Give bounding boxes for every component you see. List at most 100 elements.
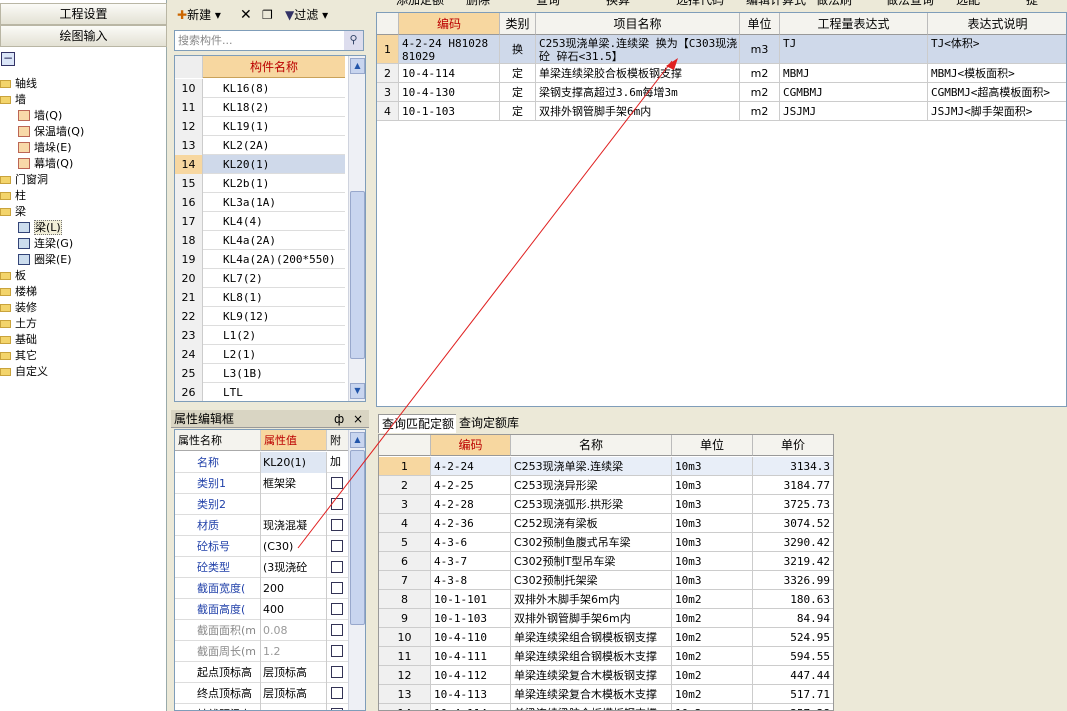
property-scrollbar[interactable]: ▲ — [348, 430, 365, 710]
match-cell[interactable]: 180.63 — [753, 590, 833, 609]
quota-cell-unit[interactable]: m3 — [740, 35, 780, 64]
search-icon[interactable]: ⚲ — [344, 31, 363, 50]
component-row[interactable]: 21 KL8(1) — [175, 288, 345, 307]
property-row[interactable]: 截面面积(m 0.08 — [175, 620, 350, 641]
toolbar-item[interactable]: 添加定额 — [396, 0, 444, 8]
component-row[interactable]: 22 KL9(12) — [175, 307, 345, 326]
quota-cell-type[interactable]: 定 — [500, 102, 536, 121]
tree-folder[interactable]: 其它 — [0, 348, 167, 364]
tree-folder[interactable]: 墙 — [0, 92, 167, 108]
quota-cell-expr[interactable]: MBMJ — [780, 64, 928, 83]
scroll-thumb[interactable] — [350, 450, 365, 625]
attach-checkbox[interactable] — [331, 666, 343, 678]
match-column-header[interactable]: 单位 — [672, 435, 753, 456]
tree-folder[interactable]: 装修 — [0, 300, 167, 316]
tree-subitem[interactable]: 墙(Q) — [0, 108, 167, 124]
attach-checkbox[interactable] — [331, 498, 343, 510]
match-cell[interactable]: 10m3 — [672, 552, 753, 571]
quota-cell-code[interactable]: 10-4-114 — [399, 64, 500, 83]
toolbar-item[interactable]: 提 — [1026, 0, 1038, 8]
tree-folder[interactable]: 土方 — [0, 316, 167, 332]
quota-cell-unit[interactable]: m2 — [740, 102, 780, 121]
match-cell[interactable]: 10-4-112 — [431, 666, 511, 685]
toolbar-item[interactable]: 换算 — [606, 0, 630, 8]
tree-subitem[interactable]: 墙垛(E) — [0, 140, 167, 156]
attach-checkbox[interactable] — [331, 624, 343, 636]
match-cell[interactable]: 单梁连续梁复合木模板木支撑 — [511, 685, 672, 704]
attach-checkbox[interactable] — [331, 477, 343, 489]
match-column-header[interactable]: 单价 — [753, 435, 833, 456]
property-value[interactable]: 层顶标高 — [261, 683, 327, 704]
match-cell[interactable]: 10m2 — [672, 647, 753, 666]
property-value[interactable]: 200 — [261, 578, 327, 599]
tree-folder[interactable]: 柱 — [0, 188, 167, 204]
property-row[interactable]: 名称 KL20(1) — [175, 452, 350, 473]
match-cell[interactable]: 357.28 — [753, 704, 833, 710]
property-value[interactable]: (100) — [261, 704, 327, 710]
component-row[interactable]: 13 KL2(2A) — [175, 136, 345, 155]
match-cell[interactable]: 10m2 — [672, 628, 753, 647]
attach-checkbox[interactable] — [331, 582, 343, 594]
match-cell[interactable]: 10m3 — [672, 571, 753, 590]
quota-cell-name[interactable]: C253现浇单梁.连续梁 换为【C303现浇砼 碎石<31.5】 — [536, 35, 740, 64]
pin-icon[interactable]: ф — [334, 410, 344, 428]
match-cell[interactable]: 4-3-7 — [431, 552, 511, 571]
match-cell[interactable]: 517.71 — [753, 685, 833, 704]
quota-cell-unit[interactable]: m2 — [740, 83, 780, 102]
tree-subitem[interactable]: 幕墙(Q) — [0, 156, 167, 172]
match-cell[interactable]: 10m2 — [672, 685, 753, 704]
filter-button[interactable]: ▼过滤 ▾ — [285, 6, 328, 24]
toolbar-item[interactable]: 做法刷 — [816, 0, 852, 8]
tree-subitem[interactable]: 连梁(G) — [0, 236, 167, 252]
quota-cell-code[interactable]: 4-2-24 H81028 81029 — [399, 35, 500, 64]
match-cell[interactable]: 3219.42 — [753, 552, 833, 571]
match-cell[interactable]: 3134.3 — [753, 457, 833, 476]
quota-cell-expr[interactable]: TJ — [780, 35, 928, 64]
match-cell[interactable]: 10m3 — [672, 495, 753, 514]
property-row[interactable]: 截面宽度(200 — [175, 578, 350, 599]
match-cell[interactable]: 10-4-111 — [431, 647, 511, 666]
match-cell[interactable]: 594.55 — [753, 647, 833, 666]
attach-checkbox[interactable] — [331, 645, 343, 657]
match-cell[interactable]: 84.94 — [753, 609, 833, 628]
quota-cell-code[interactable]: 10-4-130 — [399, 83, 500, 102]
attach-checkbox[interactable] — [331, 687, 343, 699]
match-cell[interactable]: 524.95 — [753, 628, 833, 647]
quota-cell-name[interactable]: 双排外钢管脚手架6m内 — [536, 102, 740, 121]
component-row[interactable]: 26 LTL — [175, 383, 345, 401]
scroll-up-icon[interactable]: ▲ — [350, 58, 365, 74]
property-row[interactable]: 类别2 — [175, 494, 350, 515]
quota-cell-unit[interactable]: m2 — [740, 64, 780, 83]
scroll-thumb[interactable] — [350, 191, 365, 359]
match-cell[interactable]: 10m2 — [672, 590, 753, 609]
match-cell[interactable]: 3074.52 — [753, 514, 833, 533]
quota-cell-code[interactable]: 10-1-103 — [399, 102, 500, 121]
quota-cell-expr[interactable]: CGMBMJ — [780, 83, 928, 102]
collapse-all-icon[interactable]: − — [1, 52, 15, 66]
tree-folder[interactable]: 轴线 — [0, 76, 167, 92]
property-value[interactable]: 400 — [261, 599, 327, 620]
scroll-down-icon[interactable]: ▼ — [350, 383, 365, 399]
quota-column-header[interactable]: 项目名称 — [536, 13, 740, 35]
toolbar-item[interactable]: 选择代码 — [676, 0, 724, 8]
property-row[interactable]: 终点顶标高 层顶标高 — [175, 683, 350, 704]
quota-cell-type[interactable]: 定 — [500, 83, 536, 102]
match-cell[interactable]: 单梁连续梁复合木模板钢支撑 — [511, 666, 672, 685]
match-cell[interactable]: 10m2 — [672, 666, 753, 685]
attach-checkbox[interactable] — [331, 519, 343, 531]
match-cell[interactable]: C253现浇弧形.拱形梁 — [511, 495, 672, 514]
quota-cell-desc[interactable]: CGMBMJ<超高模板面积> — [928, 83, 1066, 102]
match-cell[interactable]: 3290.42 — [753, 533, 833, 552]
property-value[interactable]: 现浇混凝 — [261, 515, 327, 536]
property-row[interactable]: 砼类型 (3现浇砼 — [175, 557, 350, 578]
component-row[interactable]: 24 L2(1) — [175, 345, 345, 364]
property-value[interactable]: 框架梁 — [261, 473, 327, 494]
quota-cell-type[interactable]: 定 — [500, 64, 536, 83]
quota-cell-desc[interactable]: JSJMJ<脚手架面积> — [928, 102, 1066, 121]
copy-icon[interactable]: ❐ — [262, 6, 273, 24]
match-cell[interactable]: C252现浇有梁板 — [511, 514, 672, 533]
property-value[interactable]: 1.2 — [261, 641, 327, 662]
toolbar-item[interactable]: 选配 — [956, 0, 980, 8]
new-button[interactable]: ✚新建 ▾ — [177, 6, 221, 24]
drawing-input-button[interactable]: 绘图输入 — [0, 25, 167, 47]
